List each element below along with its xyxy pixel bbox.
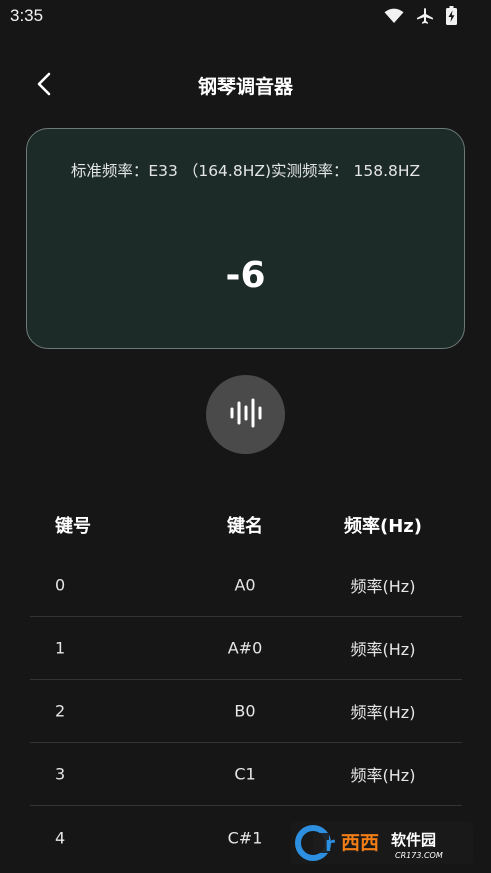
sound-wave-icon bbox=[226, 396, 266, 434]
key-name: C1 bbox=[234, 764, 256, 784]
key-name: A#0 bbox=[227, 638, 263, 658]
key-frequency: 频率(Hz) bbox=[350, 640, 416, 659]
app-header: 钢琴调音器 bbox=[0, 60, 491, 108]
key-frequency-table: 键号 键名 频率(Hz) 0 A0 频率(Hz) 1 A#0 频率(Hz) 2 … bbox=[30, 496, 462, 869]
key-number: 4 bbox=[55, 828, 66, 847]
standard-note: E33 bbox=[148, 162, 178, 180]
frequency-readout: 标准频率：E33 （164.8HZ)实测频率： 158.8HZ bbox=[27, 159, 464, 181]
watermark-logo: r 西西 软件园 CR173.COM bbox=[291, 822, 473, 864]
page-title: 钢琴调音器 bbox=[197, 76, 293, 98]
battery-charging-icon bbox=[446, 6, 457, 25]
key-name: C#1 bbox=[227, 828, 263, 847]
tuner-display-card: 标准频率：E33 （164.8HZ)实测频率： 158.8HZ -6 bbox=[26, 128, 465, 349]
status-time: 3:35 bbox=[10, 6, 44, 25]
key-name: B0 bbox=[234, 701, 256, 721]
key-frequency: 频率(Hz) bbox=[350, 766, 416, 785]
measured-frequency-value: 158.8HZ bbox=[353, 162, 421, 180]
key-number: 2 bbox=[55, 701, 66, 721]
key-number: 0 bbox=[55, 575, 66, 595]
key-frequency: 频率(Hz) bbox=[350, 703, 416, 722]
status-icons bbox=[384, 6, 457, 25]
table-row[interactable]: 1 A#0 频率(Hz) bbox=[30, 617, 462, 680]
key-number: 1 bbox=[55, 638, 66, 658]
standard-frequency-value: （164.8HZ) bbox=[182, 162, 272, 180]
header-frequency: 频率(Hz) bbox=[344, 516, 422, 537]
listen-button[interactable] bbox=[206, 375, 285, 454]
table-header: 键号 键名 频率(Hz) bbox=[30, 496, 462, 554]
table-row[interactable]: 2 B0 频率(Hz) bbox=[30, 680, 462, 743]
svg-text:r: r bbox=[325, 832, 335, 856]
svg-text:CR173.COM: CR173.COM bbox=[395, 851, 443, 860]
key-frequency: 频率(Hz) bbox=[350, 577, 416, 596]
header-key-number: 键号 bbox=[55, 516, 91, 537]
header-key-name: 键名 bbox=[227, 516, 263, 537]
table-row[interactable]: 3 C1 频率(Hz) bbox=[30, 743, 462, 806]
deviation-value: -6 bbox=[225, 255, 266, 296]
airplane-icon bbox=[416, 7, 434, 25]
svg-text:西西: 西西 bbox=[341, 832, 379, 854]
standard-frequency-label: 标准频率： bbox=[70, 162, 149, 180]
piano-tuner-screen: 3:35 钢琴调音器 标准频率：E33 （164.8HZ)实测频率： 158.8… bbox=[0, 0, 491, 873]
measured-frequency-label: 实测频率： bbox=[271, 162, 349, 180]
wifi-icon bbox=[384, 8, 404, 24]
svg-text:软件园: 软件园 bbox=[391, 831, 436, 849]
table-row[interactable]: 0 A0 频率(Hz) bbox=[30, 554, 462, 617]
key-name: A0 bbox=[234, 575, 256, 595]
status-bar: 3:35 bbox=[0, 0, 491, 34]
key-number: 3 bbox=[55, 764, 66, 784]
